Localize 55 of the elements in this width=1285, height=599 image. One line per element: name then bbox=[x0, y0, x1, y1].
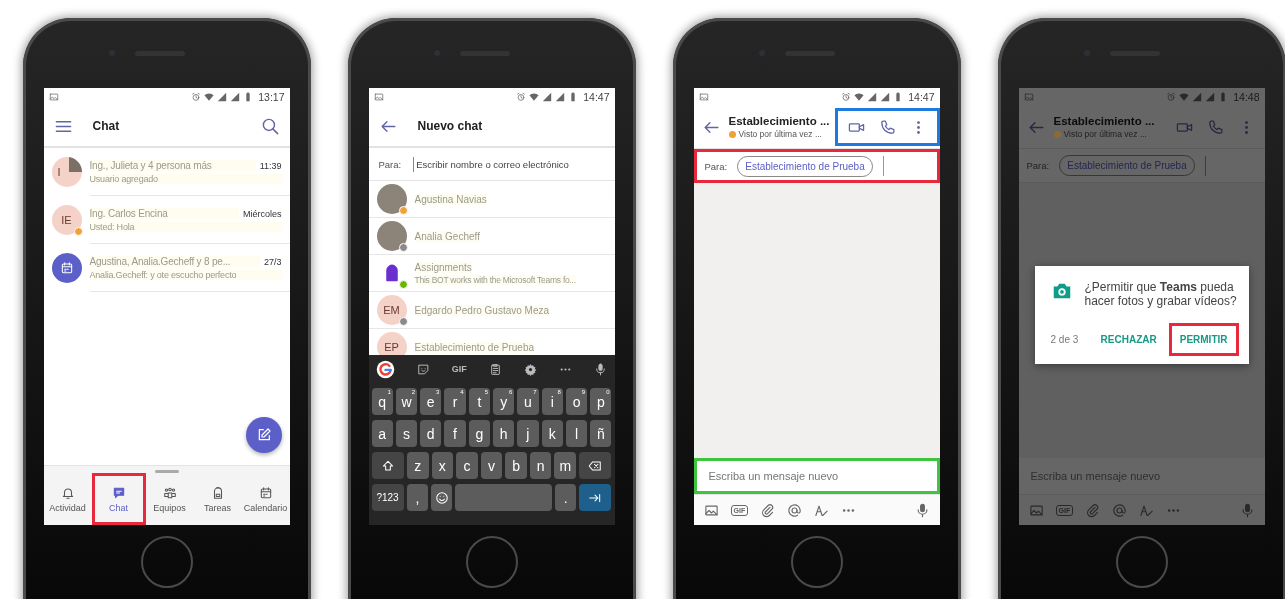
status-time: 14:48 bbox=[1233, 91, 1260, 103]
chat-preview: Usted: Hola bbox=[89, 221, 282, 232]
permission-message: ¿Permitir que Teams pueda hacer fotos y grabar vídeos? bbox=[1084, 280, 1238, 309]
chat-title: Establecimiento ... bbox=[728, 115, 827, 127]
key[interactable]: a bbox=[371, 420, 393, 447]
screen-title: Chat bbox=[92, 119, 120, 133]
key[interactable]: s bbox=[395, 420, 418, 447]
chat-title: Establecimiento ... bbox=[1053, 115, 1156, 127]
nav-tab[interactable]: Equipos bbox=[145, 473, 194, 525]
avatar: EM bbox=[376, 295, 407, 325]
contact-description: This BOT works with the Microsoft Teams fo... bbox=[414, 274, 576, 285]
status-time: 14:47 bbox=[908, 91, 935, 103]
to-label: Para: bbox=[378, 158, 402, 170]
chat-preview: Analia.Gecheff: y ote escucho perfecto bbox=[89, 269, 282, 280]
key[interactable]: n bbox=[529, 452, 552, 479]
nav-tab[interactable]: Calendario bbox=[241, 473, 290, 525]
key[interactable]: ?123 bbox=[371, 484, 404, 511]
screen-title: Nuevo chat bbox=[417, 119, 483, 133]
key[interactable]: ñ bbox=[590, 420, 612, 447]
status-time: 13:17 bbox=[258, 91, 285, 103]
nav-tab[interactable]: Actividad bbox=[43, 473, 92, 525]
key[interactable]: g bbox=[468, 420, 490, 447]
status-time: 14:47 bbox=[583, 91, 610, 103]
key[interactable]: j bbox=[517, 420, 539, 447]
key[interactable]: c bbox=[456, 452, 478, 479]
dialog-button[interactable]: PERMITIR bbox=[1168, 322, 1239, 356]
key[interactable]: h bbox=[493, 420, 515, 447]
avatar: EP bbox=[376, 332, 407, 355]
key[interactable]: . bbox=[554, 484, 577, 511]
chat-time: Miércoles bbox=[243, 208, 282, 219]
chat-time: 27/3 bbox=[263, 256, 282, 267]
nav-tab[interactable]: Tareas bbox=[193, 473, 242, 525]
to-label: Para: bbox=[704, 160, 728, 172]
key[interactable]: , bbox=[406, 484, 429, 511]
to-label: Para: bbox=[1026, 160, 1050, 171]
chat-time: 11:39 bbox=[259, 160, 282, 171]
nav-tab[interactable]: Chat bbox=[91, 473, 146, 525]
key[interactable]: l bbox=[565, 420, 588, 447]
message-field[interactable]: Escriba un mensaje nuevo bbox=[693, 458, 940, 494]
key[interactable]: m bbox=[554, 452, 577, 479]
chat-preview: Usuario agregado bbox=[89, 173, 282, 184]
step-counter: 2 de 3 bbox=[1050, 333, 1079, 345]
key[interactable]: k bbox=[541, 420, 563, 447]
dialog-button[interactable]: RECHAZAR bbox=[1092, 325, 1165, 353]
key[interactable]: f bbox=[444, 420, 466, 447]
key[interactable]: x bbox=[431, 452, 454, 479]
key[interactable]: d bbox=[420, 420, 442, 447]
avatar: I bbox=[51, 157, 82, 187]
last-seen-text: Visto por última vez ... bbox=[738, 129, 822, 139]
avatar: IE bbox=[51, 205, 82, 235]
key[interactable]: b bbox=[505, 452, 527, 479]
last-seen-text: Visto por última vez ... bbox=[1063, 129, 1147, 139]
gif-button[interactable]: GIF bbox=[451, 364, 467, 374]
key[interactable]: z bbox=[406, 452, 429, 479]
key[interactable]: v bbox=[480, 452, 503, 479]
